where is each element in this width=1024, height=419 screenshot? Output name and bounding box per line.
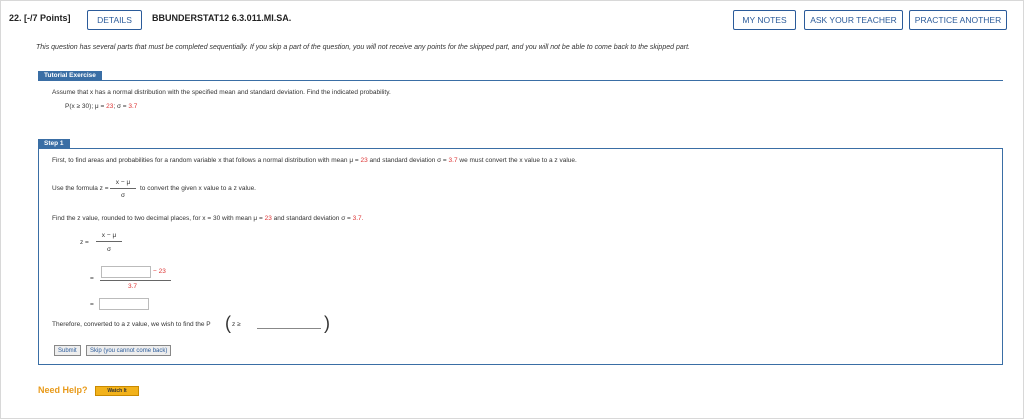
details-button[interactable]: DETAILS xyxy=(87,10,142,30)
z-value-input[interactable] xyxy=(99,298,149,310)
formula-denominator: σ xyxy=(120,192,125,199)
therefore-text: Therefore, converted to a z value, we wi… xyxy=(52,321,211,328)
question-header: 22. [-/7 Points] DETAILS BBUNDERSTAT12 6… xyxy=(0,0,1024,40)
substitution-fraction-bar xyxy=(100,280,171,281)
tutorial-prompt: Assume that x has a normal distribution … xyxy=(52,89,391,96)
sequential-notice: This question has several parts that mus… xyxy=(36,44,690,51)
formula-fraction-bar xyxy=(110,188,136,189)
z-geq-label: z ≥ xyxy=(232,321,241,328)
formula-prefix: Use the formula z = xyxy=(52,185,109,192)
z-numerator: x − μ xyxy=(101,232,117,239)
close-paren: ) xyxy=(324,313,330,333)
my-notes-button[interactable]: MY NOTES xyxy=(733,10,796,30)
question-number: 22. [-/7 Points] xyxy=(9,13,71,23)
need-help-label: Need Help? xyxy=(38,385,88,395)
equals-sign-2: = xyxy=(90,301,94,308)
z-label: z = xyxy=(80,239,89,246)
probability-z-input[interactable] xyxy=(257,317,321,329)
skip-button[interactable]: Skip (you cannot come back) xyxy=(86,345,172,356)
equals-sign-1: = xyxy=(90,275,94,282)
step-intro: First, to find areas and probabilities f… xyxy=(52,157,577,164)
open-paren: ( xyxy=(225,313,231,333)
formula-suffix: to convert the given x value to a z valu… xyxy=(140,185,256,192)
find-z-instruction: Find the z value, rounded to two decimal… xyxy=(52,215,364,222)
tutorial-rule xyxy=(38,80,1003,81)
z-denominator: σ xyxy=(106,246,111,253)
practice-another-button[interactable]: PRACTICE ANOTHER xyxy=(909,10,1007,30)
minus-mean: − 23 xyxy=(153,268,166,275)
submit-button[interactable]: Submit xyxy=(54,345,81,356)
watch-it-button[interactable]: Watch It xyxy=(95,386,139,396)
z-fraction-bar xyxy=(96,241,122,242)
step-box xyxy=(38,148,1003,365)
sigma-denominator: 3.7 xyxy=(128,283,138,290)
ask-teacher-button[interactable]: ASK YOUR TEACHER xyxy=(804,10,903,30)
x-value-input[interactable] xyxy=(101,266,151,278)
question-id: BBUNDERSTAT12 6.3.011.MI.SA. xyxy=(152,13,292,23)
formula-numerator: x − μ xyxy=(115,179,131,186)
given-values: P(x ≥ 30); μ = 23; σ = 3.7 xyxy=(65,103,138,110)
